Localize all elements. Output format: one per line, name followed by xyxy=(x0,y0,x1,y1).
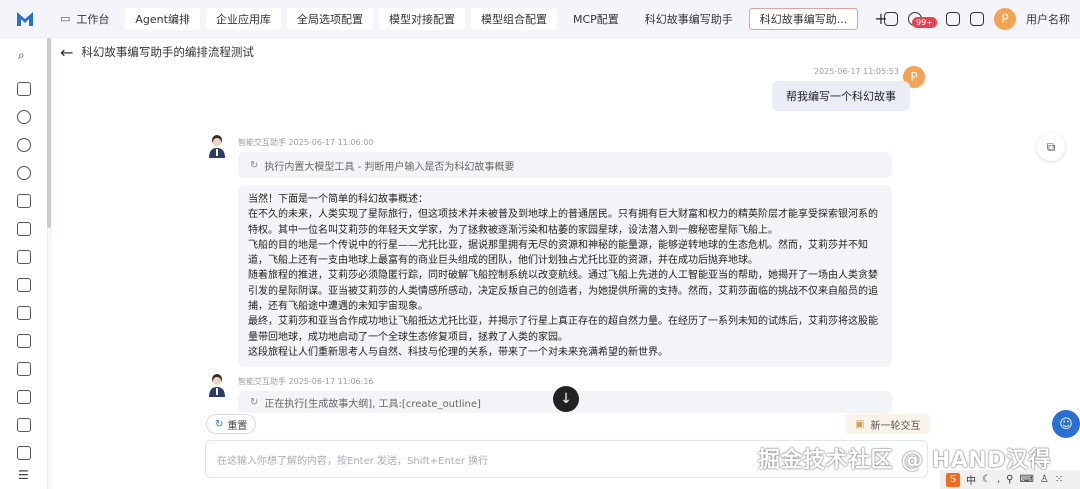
bot-message-meta: 智能交互助手 2025-06-17 11:06:16 xyxy=(238,376,374,387)
bot-avatar xyxy=(209,374,225,397)
app-logo-icon[interactable] xyxy=(14,8,36,30)
image-icon[interactable] xyxy=(17,446,31,460)
shop-icon[interactable] xyxy=(946,12,960,26)
answer-line: 在不久的未来，人类实现了星际旅行，但这项技术并未被普及到地球上的普通居民。只有拥… xyxy=(248,209,878,236)
ime-logo[interactable]: S xyxy=(946,472,960,487)
tab-label: 工作台 xyxy=(76,12,110,26)
punctuation-icon[interactable]: , xyxy=(997,474,1000,485)
side-tool-button[interactable]: ⧉ xyxy=(1037,133,1065,161)
page-header: ← 科幻故事编写助手的编排流程测试 xyxy=(52,38,1080,66)
tab-strip: ▭ 工作台 Agent编排 企业应用库 全局选项配置 模型对接配置 模型组合配置… xyxy=(50,7,888,30)
layout-icon[interactable] xyxy=(17,222,31,236)
answer-line: 随着旅程的推进，艾莉莎必须隐匿行踪，同时破解飞船控制系统以改变航线。通过飞船上先… xyxy=(248,270,878,313)
tab-label: 模型对接配置 xyxy=(388,12,455,26)
tab-scifi-assistant-test[interactable]: 科幻故事编写助... xyxy=(748,7,859,30)
clipboard-icon[interactable] xyxy=(17,390,31,404)
table-icon[interactable] xyxy=(17,334,31,348)
notification-wrapper[interactable]: 99+ xyxy=(908,12,937,28)
assistant-float-button[interactable]: ☺ xyxy=(1052,410,1080,438)
tab-label: 企业应用库 xyxy=(215,12,271,26)
input-placeholder: 在这输入你想了解的内容，按Enter 发送，Shift+Enter 换行 xyxy=(217,455,489,467)
nodes-icon[interactable] xyxy=(17,110,31,124)
answer-line: 这段旅程让人们重新思考人与自然、科技与伦理的关系，带来了一个对未来充满希望的新世… xyxy=(248,346,668,358)
menu-collapse-icon[interactable]: ☰ xyxy=(18,468,29,482)
username[interactable]: 用户名称 xyxy=(1026,11,1070,27)
new-round-label: 新一轮交互 xyxy=(870,420,921,432)
ime-toolbar: S 中 ☾ , ⚲ ⌨ ♙ ⁙ xyxy=(940,470,1080,489)
bot-time: 2025-06-17 11:06:16 xyxy=(288,377,374,386)
notification-badge: 99+ xyxy=(912,17,937,28)
rail-scrollbar[interactable] xyxy=(47,38,51,228)
bot-name: 智能交互助手 xyxy=(238,377,286,386)
tab-agent-orchestration[interactable]: Agent编排 xyxy=(125,7,200,30)
refresh-icon: ↻ xyxy=(250,396,259,408)
user-message-bubble: 帮我编写一个科幻故事 xyxy=(772,81,910,111)
tab-model-integration[interactable]: 模型对接配置 xyxy=(378,7,465,30)
answer-line: 最终，艾莉莎和亚当合作成功地让飞船抵达尤托比亚，并揭示了行星上真正存在的超自然力… xyxy=(248,316,878,343)
gift-icon[interactable] xyxy=(970,12,984,26)
tool-call-text: 正在执行[生成故事大纲], 工具:[create_outline] xyxy=(264,398,481,410)
tab-scifi-assistant[interactable]: 科幻故事编写助手 xyxy=(635,8,743,30)
top-bar: ▭ 工作台 Agent编排 企业应用库 全局选项配置 模型对接配置 模型组合配置… xyxy=(0,0,1080,38)
keyboard-icon[interactable]: ⌨ xyxy=(1019,474,1033,485)
compass-icon[interactable] xyxy=(17,138,31,152)
tab-label: 科幻故事编写助手 xyxy=(644,12,733,26)
user-message-text: 帮我编写一个科幻故事 xyxy=(786,90,896,103)
reset-button[interactable]: ↻ 重置 xyxy=(206,414,257,434)
answer-line: 飞船的目的地是一个传说中的行星——尤托比亚，据说那里拥有无尽的资源和神秘的能量源… xyxy=(248,239,868,267)
answer-line: 当然！下面是一个简单的科幻故事概述： xyxy=(248,194,428,205)
tab-model-combination[interactable]: 模型组合配置 xyxy=(470,7,557,30)
apps-icon[interactable]: ⁙ xyxy=(1055,474,1063,485)
bot-message-meta: 智能交互助手 2025-06-17 11:06:00 xyxy=(238,137,374,148)
fan-icon[interactable] xyxy=(17,166,31,180)
bot-avatar xyxy=(209,135,225,158)
back-arrow-icon[interactable]: ← xyxy=(60,43,73,62)
tab-workbench[interactable]: ▭ 工作台 xyxy=(50,8,119,30)
bot-answer-bubble: 当然！下面是一个简单的科幻故事概述： 在不久的未来，人类实现了星际旅行，但这项技… xyxy=(238,185,892,367)
new-round-button[interactable]: ▣ 新一轮交互 xyxy=(845,414,931,434)
tab-label: Agent编排 xyxy=(135,12,190,26)
shirt-icon[interactable]: ♙ xyxy=(1040,474,1049,485)
moon-icon[interactable]: ☾ xyxy=(982,474,991,485)
scroll-down-button[interactable]: ↓ xyxy=(553,386,579,412)
tab-enterprise-apps[interactable]: 企业应用库 xyxy=(205,7,281,30)
tab-label: MCP配置 xyxy=(572,12,619,26)
refresh-icon: ↻ xyxy=(250,159,259,171)
tool-call-bubble[interactable]: ↻ 执行内置大模型工具 - 判断用户输入是否为科幻故事概要 xyxy=(238,152,892,178)
tab-label: 模型组合配置 xyxy=(480,12,547,26)
tab-label: 全局选项配置 xyxy=(296,12,363,26)
mail-icon[interactable] xyxy=(17,250,31,264)
reset-label: 重置 xyxy=(227,420,248,432)
tab-mcp-config[interactable]: MCP配置 xyxy=(563,8,629,30)
arrow-down-icon: ↓ xyxy=(560,391,572,407)
tool-call-text: 执行内置大模型工具 - 判断用户输入是否为科幻故事概要 xyxy=(264,161,515,173)
monitor-icon: ▭ xyxy=(60,12,71,25)
bot-time: 2025-06-17 11:06:00 xyxy=(288,138,374,147)
refresh-icon: ↻ xyxy=(215,418,224,430)
grid-icon[interactable] xyxy=(17,194,31,208)
page-title: 科幻故事编写助手的编排流程测试 xyxy=(81,45,254,59)
ime-language[interactable]: 中 xyxy=(966,472,976,487)
chat-icon[interactable] xyxy=(17,362,31,376)
document-icon[interactable] xyxy=(17,418,31,432)
screen-icon[interactable] xyxy=(17,82,31,96)
search-icon[interactable]: ⌕ xyxy=(18,48,25,63)
user-message-time: 2025-06-17 11:05:53 xyxy=(814,67,899,76)
header-tools: 99+ P 用户名称 xyxy=(884,0,1070,38)
keyboard-icon[interactable] xyxy=(17,278,31,292)
bot-name: 智能交互助手 xyxy=(238,138,286,147)
chat-plus-icon: ▣ xyxy=(855,418,865,430)
left-rail: ⌕ ☰ xyxy=(0,38,48,489)
avatar[interactable]: P xyxy=(994,8,1016,30)
bot-face-icon: ☺ xyxy=(1059,416,1073,432)
home-icon[interactable] xyxy=(884,12,898,26)
translate-icon: ⧉ xyxy=(1046,139,1056,154)
tab-global-options[interactable]: 全局选项配置 xyxy=(286,7,373,30)
tab-label: 科幻故事编写助... xyxy=(759,12,848,26)
apps-icon[interactable] xyxy=(17,306,31,320)
mic-icon[interactable]: ⚲ xyxy=(1006,474,1013,485)
